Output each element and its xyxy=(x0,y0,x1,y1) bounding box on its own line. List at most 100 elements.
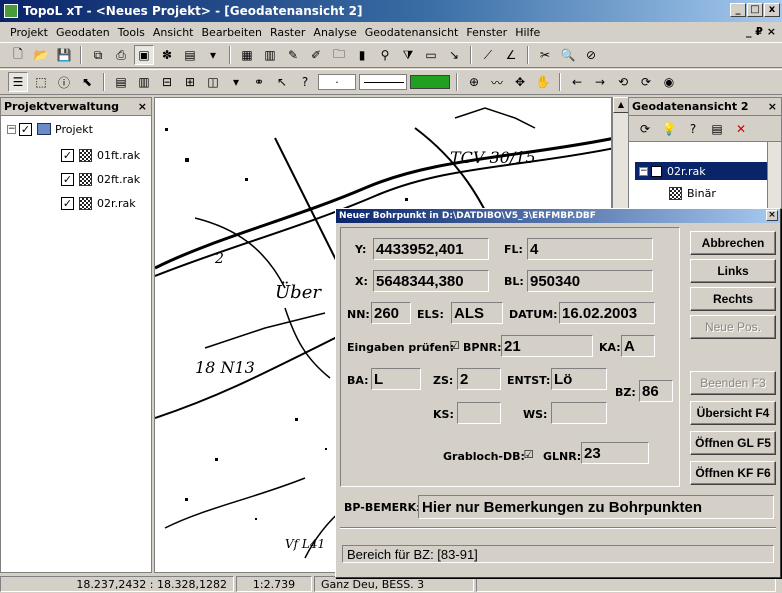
field-ba[interactable]: L xyxy=(371,368,421,390)
neue-pos-button[interactable]: Neue Pos. xyxy=(690,315,776,339)
minimize-button[interactable]: _ xyxy=(730,3,746,17)
close-icon[interactable]: × xyxy=(768,100,777,113)
print-icon[interactable]: ⎙ xyxy=(111,45,131,65)
binoculars-icon[interactable]: ⚭ xyxy=(249,72,269,92)
field-datum[interactable]: 16.02.2003 xyxy=(559,302,655,324)
zoom-in-icon[interactable]: ⊕ xyxy=(464,72,484,92)
tree-icon[interactable]: ✽ xyxy=(157,45,177,65)
refresh-icon[interactable]: ⟳ xyxy=(635,119,655,139)
close-button[interactable]: x xyxy=(764,3,780,17)
checkbox-grabloch-db[interactable]: ☑ xyxy=(523,449,534,461)
arrow-tool-icon[interactable]: ↘ xyxy=(444,45,464,65)
save-icon[interactable]: 💾 xyxy=(54,45,74,65)
links-button[interactable]: Links xyxy=(690,259,776,283)
menu-tools[interactable]: Tools xyxy=(114,26,149,39)
menu-bearbeiten[interactable]: Bearbeiten xyxy=(198,26,266,39)
query-icon[interactable]: ⚲ xyxy=(375,45,395,65)
layer-item-selected[interactable]: − ✓ 02r.rak xyxy=(635,162,767,180)
tile-vertical-icon[interactable]: ◫ xyxy=(203,72,223,92)
field-ka[interactable]: A xyxy=(621,335,655,357)
measure-icon[interactable]: ⟋ xyxy=(478,45,498,65)
field-bp-bemerk[interactable]: Hier nur Bemerkungen zu Bohrpunkten xyxy=(418,495,774,519)
view-detail-icon[interactable]: ▥ xyxy=(134,72,154,92)
field-els[interactable]: ALS xyxy=(451,302,503,324)
abbrechen-button[interactable]: Abbrechen xyxy=(690,231,776,255)
tile-horizontal-icon[interactable]: ⊟ xyxy=(157,72,177,92)
tree-item[interactable]: ✓ 02ft.rak xyxy=(61,170,140,188)
refresh-icon[interactable]: ⟳ xyxy=(636,72,656,92)
field-ks[interactable] xyxy=(457,402,501,424)
zoom-window-icon[interactable]: ⬚ xyxy=(31,72,51,92)
rechts-button[interactable]: Rechts xyxy=(690,287,776,311)
copy-icon[interactable]: ⧉ xyxy=(88,45,108,65)
menu-hilfe[interactable]: Hilfe xyxy=(511,26,544,39)
help-icon[interactable]: ? xyxy=(683,119,703,139)
table-icon[interactable]: ▥ xyxy=(260,45,280,65)
field-bz[interactable]: 86 xyxy=(639,380,673,402)
select-icon[interactable]: ⬉ xyxy=(77,72,97,92)
close-icon[interactable]: × xyxy=(138,100,147,113)
checkbox-eingaben-pruefen[interactable]: ☑ xyxy=(449,340,460,352)
layer-sublayer[interactable]: Binär xyxy=(669,187,716,200)
chart-icon[interactable]: ▮ xyxy=(352,45,372,65)
view-list-icon[interactable]: ▤ xyxy=(111,72,131,92)
hand-icon[interactable]: ✋ xyxy=(533,72,553,92)
checkbox-layer[interactable]: ✓ xyxy=(651,165,662,177)
back-icon[interactable]: ← xyxy=(567,72,587,92)
checkbox-project[interactable]: ✓ xyxy=(19,122,32,136)
monitor-icon[interactable]: ▭ xyxy=(421,45,441,65)
grid-icon[interactable]: ▦ xyxy=(237,45,257,65)
collapse-icon[interactable]: − xyxy=(7,124,16,134)
field-bl[interactable]: 950340 xyxy=(527,270,653,292)
legend-icon[interactable]: ☰ xyxy=(8,72,28,92)
layer-add-icon[interactable]: ▤ xyxy=(180,45,200,65)
cut-icon[interactable]: ✂ xyxy=(535,45,555,65)
draw-icon[interactable]: ✐ xyxy=(306,45,326,65)
beenden-button[interactable]: Beenden F3 xyxy=(690,371,776,395)
field-zs[interactable]: 2 xyxy=(457,368,501,390)
angle-icon[interactable]: ∠ xyxy=(501,45,521,65)
field-ws[interactable] xyxy=(551,402,607,424)
oeffnen-kf-button[interactable]: Öffnen KF F6 xyxy=(690,461,776,485)
close-icon[interactable]: × xyxy=(766,210,778,221)
line-style-selector[interactable] xyxy=(359,74,407,90)
menu-ansicht[interactable]: Ansicht xyxy=(149,26,198,39)
field-fl[interactable]: 4 xyxy=(527,238,653,260)
filter-icon[interactable]: ⧩ xyxy=(398,45,418,65)
checkbox-layer[interactable]: ✓ xyxy=(61,196,74,210)
lightbulb-icon[interactable]: 💡 xyxy=(659,119,679,139)
zoom-icon[interactable]: 🔍 xyxy=(558,45,578,65)
maximize-button[interactable]: □ xyxy=(747,3,763,17)
uebersicht-button[interactable]: Übersicht F4 xyxy=(690,401,776,425)
menu-geodatenansicht[interactable]: Geodatenansicht xyxy=(361,26,463,39)
tree-root[interactable]: − ✓ Projekt xyxy=(7,120,93,138)
tree-item[interactable]: ✓ 01ft.rak xyxy=(61,146,140,164)
stop-icon[interactable]: ⊘ xyxy=(581,45,601,65)
menu-fenster[interactable]: Fenster xyxy=(462,26,511,39)
field-nn[interactable]: 260 xyxy=(371,302,411,324)
field-x[interactable]: 5648344,380 xyxy=(373,270,489,292)
wave-icon[interactable]: 〰 xyxy=(487,72,507,92)
tile-split-icon[interactable]: ⊞ xyxy=(180,72,200,92)
folder-icon[interactable]: 🗀 xyxy=(329,45,349,65)
menu-analyse[interactable]: Analyse xyxy=(309,26,360,39)
new-file-icon[interactable]: 🗋 xyxy=(8,45,28,65)
menu-raster[interactable]: Raster xyxy=(266,26,309,39)
info-icon[interactable]: ⓘ xyxy=(54,72,74,92)
mdi-controls[interactable]: _ ₽ × xyxy=(746,25,776,38)
oeffnen-gl-button[interactable]: Öffnen GL F5 xyxy=(690,431,776,455)
open-folder-icon[interactable]: 📂 xyxy=(31,45,51,65)
checkbox-layer[interactable]: ✓ xyxy=(61,172,74,186)
project-manager-icon[interactable]: ▣ xyxy=(134,45,154,65)
forward-icon[interactable]: → xyxy=(590,72,610,92)
field-y[interactable]: 4433952,401 xyxy=(373,238,489,260)
field-entst[interactable]: Lö xyxy=(551,368,607,390)
color-selector[interactable] xyxy=(410,75,450,89)
menu-projekt[interactable]: Projekt xyxy=(6,26,52,39)
collapse-icon[interactable]: − xyxy=(639,166,648,176)
properties-icon[interactable]: ▤ xyxy=(707,119,727,139)
field-glnr[interactable]: 23 xyxy=(581,442,649,464)
tree-item[interactable]: ✓ 02r.rak xyxy=(61,194,136,212)
field-bpnr[interactable]: 21 xyxy=(501,335,593,357)
scroll-up-icon[interactable]: ▲ xyxy=(613,97,629,113)
